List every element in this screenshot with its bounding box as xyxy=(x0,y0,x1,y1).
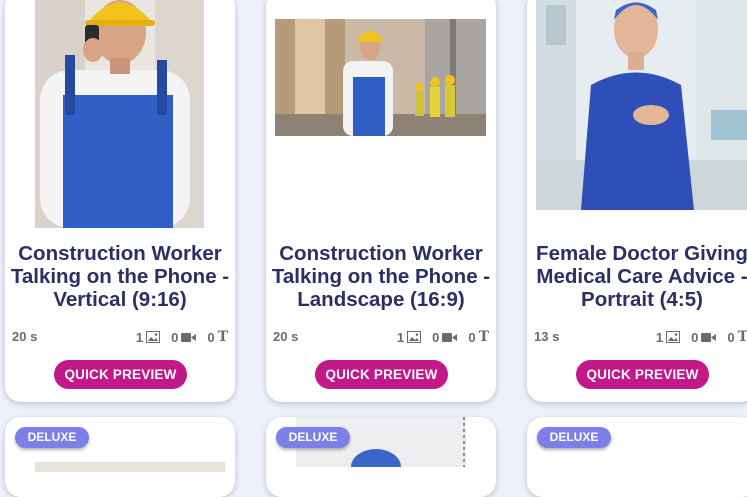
duration-label: 13 s xyxy=(534,329,560,344)
template-thumbnail[interactable] xyxy=(275,19,486,136)
asset-counts: 1 0 0 T xyxy=(656,329,747,345)
template-meta: 20 s 1 0 0 T xyxy=(12,329,228,345)
text-icon: T xyxy=(737,329,747,345)
text-icon: T xyxy=(478,329,489,345)
template-title: Female Doctor Giving Medical Care Advice… xyxy=(536,242,747,311)
template-card[interactable]: DELUXE xyxy=(527,417,747,497)
image-count: 1 xyxy=(135,329,144,345)
video-icon xyxy=(442,332,458,342)
template-meta: 20 s 1 0 0 T xyxy=(273,329,489,345)
duration-label: 20 s xyxy=(12,329,38,344)
video-icon xyxy=(181,332,197,342)
video-icon xyxy=(701,332,717,342)
image-icon xyxy=(666,331,681,343)
template-card[interactable]: Construction Worker Talking on the Phone… xyxy=(5,0,235,402)
quick-preview-button[interactable]: QUICK PREVIEW xyxy=(54,360,187,389)
text-count: 0 xyxy=(727,329,735,345)
template-thumbnail[interactable] xyxy=(35,0,204,228)
quick-preview-button[interactable]: QUICK PREVIEW xyxy=(576,360,709,389)
template-card[interactable]: DELUXE xyxy=(266,417,496,497)
text-count: 0 xyxy=(207,329,215,345)
asset-counts: 1 0 0 T xyxy=(397,329,489,345)
deluxe-badge: DELUXE xyxy=(15,427,89,448)
template-thumbnail[interactable] xyxy=(536,0,747,210)
template-card[interactable]: DELUXE xyxy=(5,417,235,497)
template-meta: 13 s 1 0 0 T xyxy=(534,329,747,345)
video-count: 0 xyxy=(691,329,699,345)
deluxe-badge: DELUXE xyxy=(276,427,350,448)
template-title: Construction Worker Talking on the Phone… xyxy=(271,242,491,311)
video-count: 0 xyxy=(171,329,179,345)
template-title: Construction Worker Talking on the Phone… xyxy=(10,242,230,311)
template-card[interactable]: Construction Worker Talking on the Phone… xyxy=(266,0,496,402)
image-icon xyxy=(146,331,161,343)
image-count: 1 xyxy=(655,329,664,345)
text-count: 0 xyxy=(468,329,476,345)
deluxe-badge: DELUXE xyxy=(537,427,611,448)
video-count: 0 xyxy=(432,329,440,345)
template-thumbnail[interactable] xyxy=(35,462,225,472)
template-card[interactable]: Female Doctor Giving Medical Care Advice… xyxy=(527,0,747,402)
text-icon: T xyxy=(217,329,228,345)
quick-preview-button[interactable]: QUICK PREVIEW xyxy=(315,360,448,389)
image-count: 1 xyxy=(396,329,405,345)
image-icon xyxy=(407,331,422,343)
asset-counts: 1 0 0 T xyxy=(136,329,228,345)
duration-label: 20 s xyxy=(273,329,299,344)
